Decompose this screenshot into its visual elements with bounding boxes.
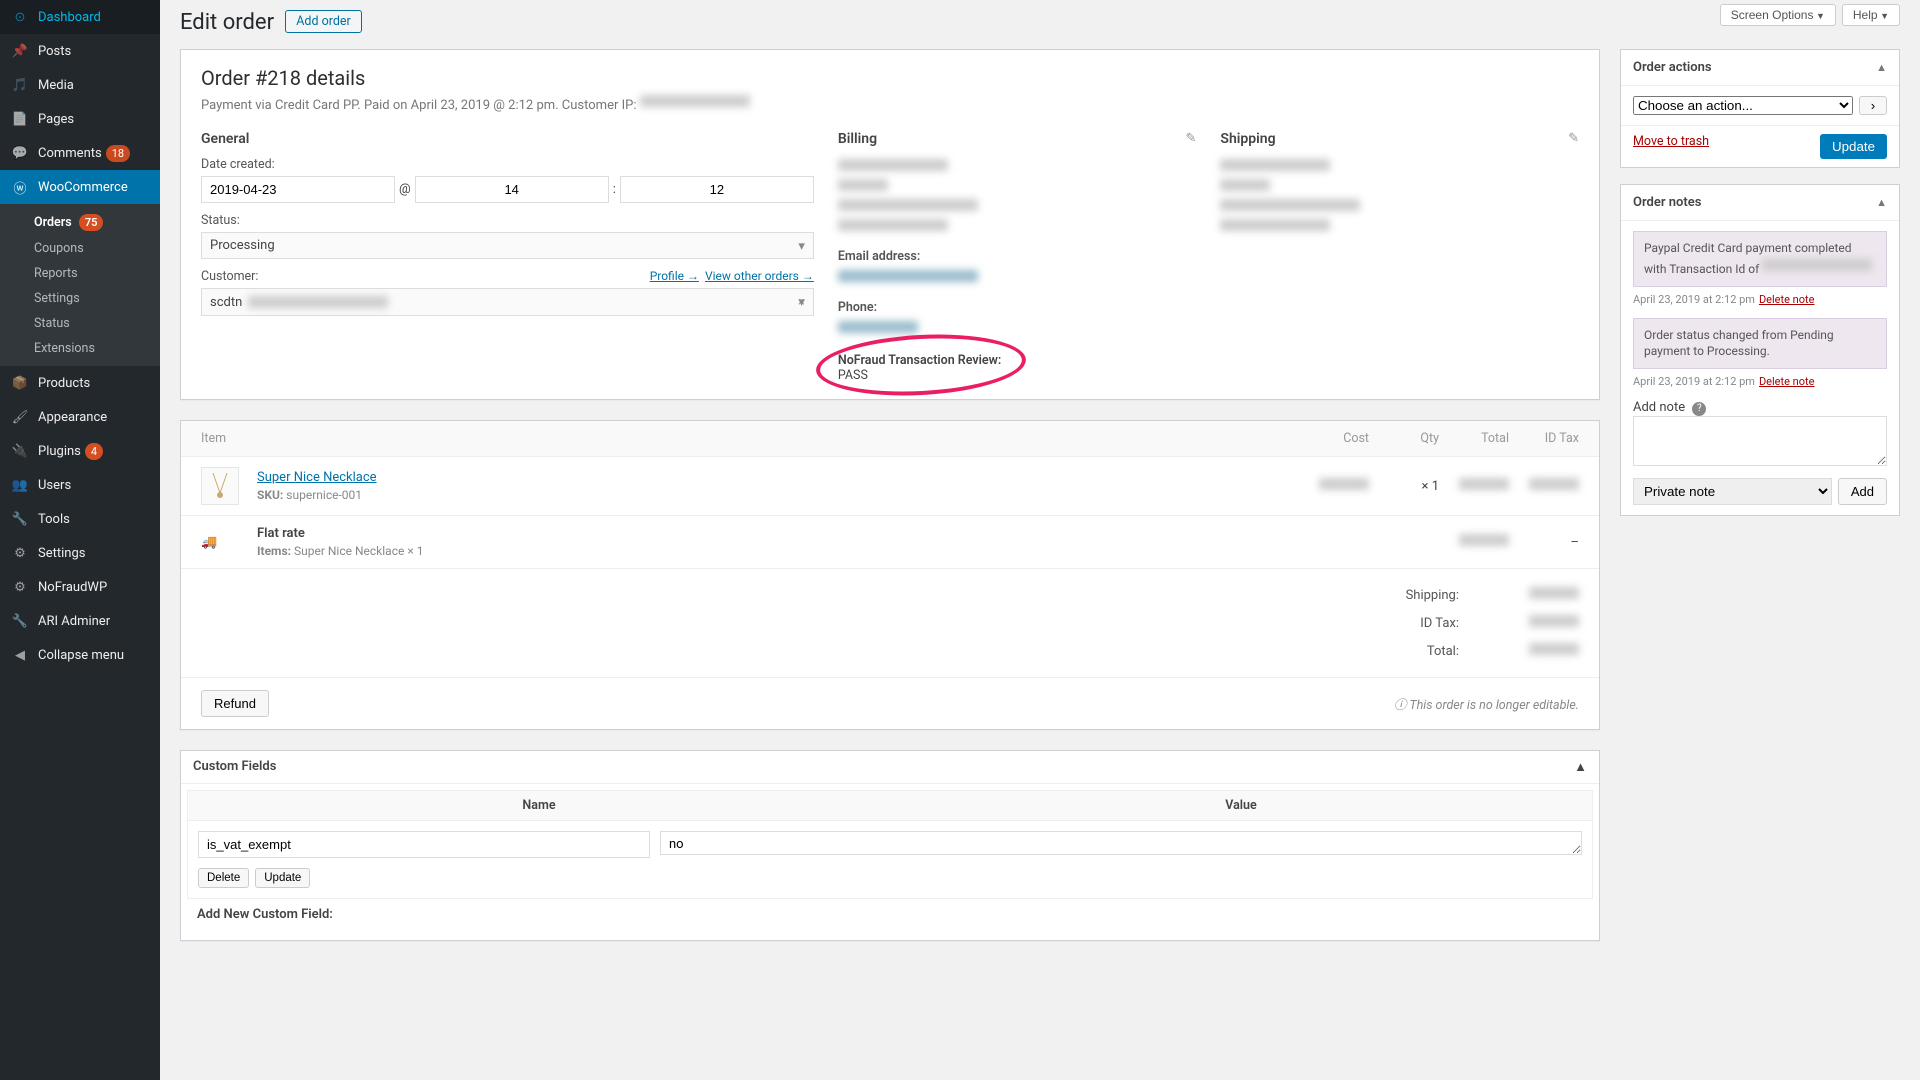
plug-icon: 🔌	[10, 441, 30, 461]
comments-badge: 18	[106, 145, 130, 162]
add-note-button[interactable]: Add	[1838, 478, 1887, 505]
nofraud-result: PASS	[838, 368, 1197, 383]
order-title: Order #218 details	[201, 66, 1579, 90]
page-title: Edit order	[180, 10, 274, 35]
add-order-button[interactable]: Add order	[285, 10, 362, 33]
sidebar-item-posts[interactable]: 📌Posts	[0, 34, 160, 68]
toggle-icon[interactable]: ▲	[1876, 61, 1887, 74]
view-other-orders-link[interactable]: View other orders →	[705, 269, 814, 283]
status-select[interactable]: Processing	[201, 232, 814, 259]
comment-icon: 💬	[10, 143, 30, 163]
date-input[interactable]	[201, 176, 395, 203]
sidebar-item-settings[interactable]: ⚙Settings	[0, 536, 160, 570]
minute-input[interactable]	[620, 176, 814, 203]
order-actions-panel: Order actions▲ Choose an action... › Mov…	[1620, 49, 1900, 168]
update-button[interactable]: Update	[1820, 134, 1887, 159]
note-type-select[interactable]: Private note	[1633, 478, 1832, 505]
submenu-orders[interactable]: Orders 75	[0, 209, 160, 236]
toggle-icon[interactable]: ▲	[1574, 759, 1587, 775]
sidebar-item-pages[interactable]: 📄Pages	[0, 102, 160, 136]
sidebar-item-products[interactable]: 📦Products	[0, 366, 160, 400]
sidebar-item-dashboard[interactable]: ⊙Dashboard	[0, 0, 160, 34]
cf-add-new-label: Add New Custom Field:	[187, 899, 1593, 934]
action-select[interactable]: Choose an action...	[1633, 96, 1853, 115]
users-icon: 👥	[10, 475, 30, 495]
line-item-shipping: 🚚 Flat rate Items: Super Nice Necklace ×…	[181, 516, 1599, 569]
sidebar-item-woocommerce[interactable]: ⓦWooCommerce	[0, 170, 160, 204]
execute-action-button[interactable]: ›	[1859, 96, 1887, 115]
collapse-icon: ◀	[10, 645, 30, 665]
cf-delete-button[interactable]: Delete	[198, 868, 249, 888]
woo-submenu: Orders 75 Coupons Reports Settings Statu…	[0, 204, 160, 366]
delete-note-link[interactable]: Delete note	[1759, 293, 1815, 306]
edit-billing-icon[interactable]: ✎	[1186, 131, 1197, 146]
sidebar-item-media[interactable]: 🎵Media	[0, 68, 160, 102]
box-icon: 📦	[10, 373, 30, 393]
order-note: Order status changed from Pending paymen…	[1633, 318, 1887, 370]
hour-input[interactable]	[415, 176, 609, 203]
help-button[interactable]: Help	[1842, 4, 1900, 26]
product-thumb	[201, 467, 239, 505]
billing-column: Billing ✎ Email address: Phone:	[838, 131, 1197, 383]
brush-icon: 🖌	[10, 407, 30, 427]
cf-name-input[interactable]	[198, 831, 650, 858]
submenu-settings[interactable]: Settings	[0, 286, 160, 311]
admin-sidebar: ⊙Dashboard 📌Posts 🎵Media 📄Pages 💬Comment…	[0, 0, 160, 1080]
sidebar-item-tools[interactable]: 🔧Tools	[0, 502, 160, 536]
truck-icon: 🚚	[201, 528, 239, 556]
screen-options-button[interactable]: Screen Options	[1720, 4, 1836, 26]
sidebar-item-users[interactable]: 👥Users	[0, 468, 160, 502]
order-items-panel: Item Cost Qty Total ID Tax Super Nice Ne…	[180, 420, 1600, 730]
woo-icon: ⓦ	[10, 177, 30, 197]
gear-icon: ⚙	[10, 543, 30, 563]
line-item-product: Super Nice Necklace SKU: supernice-001 ×…	[181, 457, 1599, 516]
gear-icon: ⚙	[10, 577, 30, 597]
refund-button[interactable]: Refund	[201, 690, 269, 717]
media-icon: 🎵	[10, 75, 30, 95]
dashboard-icon: ⊙	[10, 7, 30, 27]
shipping-column: Shipping ✎	[1220, 131, 1579, 383]
order-note: Paypal Credit Card payment completed wit…	[1633, 231, 1887, 287]
add-note-label: Add note	[1633, 400, 1685, 415]
sidebar-item-comments[interactable]: 💬Comments18	[0, 136, 160, 170]
wrench-icon: 🔧	[10, 509, 30, 529]
nofraud-review: NoFraud Transaction Review: PASS	[838, 353, 1197, 383]
order-meta: Payment via Credit Card PP. Paid on Apri…	[201, 93, 1579, 113]
submenu-reports[interactable]: Reports	[0, 261, 160, 286]
edit-shipping-icon[interactable]: ✎	[1568, 131, 1579, 146]
sidebar-item-ari[interactable]: 🔧ARI Adminer	[0, 604, 160, 638]
sidebar-collapse[interactable]: ◀Collapse menu	[0, 638, 160, 672]
order-details-panel: Order #218 details Payment via Credit Ca…	[180, 49, 1600, 400]
general-column: General Date created: @ : Status:	[201, 131, 814, 383]
wrench-icon: 🔧	[10, 611, 30, 631]
order-notes-panel: Order notes▲ Paypal Credit Card payment …	[1620, 184, 1900, 516]
note-textarea[interactable]	[1633, 416, 1887, 466]
pin-icon: 📌	[10, 41, 30, 61]
customer-select[interactable]: scdtn ×	[201, 288, 814, 316]
profile-link[interactable]: Profile →	[650, 269, 699, 283]
sidebar-item-appearance[interactable]: 🖌Appearance	[0, 400, 160, 434]
cf-update-button[interactable]: Update	[255, 868, 310, 888]
custom-fields-panel: Custom Fields ▲ Name Value no	[180, 750, 1600, 941]
plugins-badge: 4	[85, 443, 103, 460]
submenu-status[interactable]: Status	[0, 311, 160, 336]
main-content: Screen Options Help Edit order Add order…	[160, 0, 1920, 1080]
delete-note-link[interactable]: Delete note	[1759, 375, 1815, 388]
toggle-icon[interactable]: ▲	[1876, 196, 1887, 209]
cf-value-input[interactable]: no	[660, 831, 1582, 855]
help-icon[interactable]: ?	[1692, 402, 1706, 416]
clear-icon[interactable]: ×	[798, 295, 805, 310]
order-totals: Shipping: ID Tax: Total:	[181, 569, 1599, 677]
sidebar-item-nofraud[interactable]: ⚙NoFraudWP	[0, 570, 160, 604]
move-to-trash-link[interactable]: Move to trash	[1633, 134, 1709, 149]
not-editable-note: This order is no longer editable.	[1394, 694, 1579, 713]
page-icon: 📄	[10, 109, 30, 129]
submenu-extensions[interactable]: Extensions	[0, 336, 160, 361]
submenu-coupons[interactable]: Coupons	[0, 236, 160, 261]
orders-badge: 75	[79, 214, 104, 231]
product-name-link[interactable]: Super Nice Necklace	[257, 470, 377, 485]
sidebar-item-plugins[interactable]: 🔌Plugins4	[0, 434, 160, 468]
redacted-ip	[640, 95, 750, 107]
